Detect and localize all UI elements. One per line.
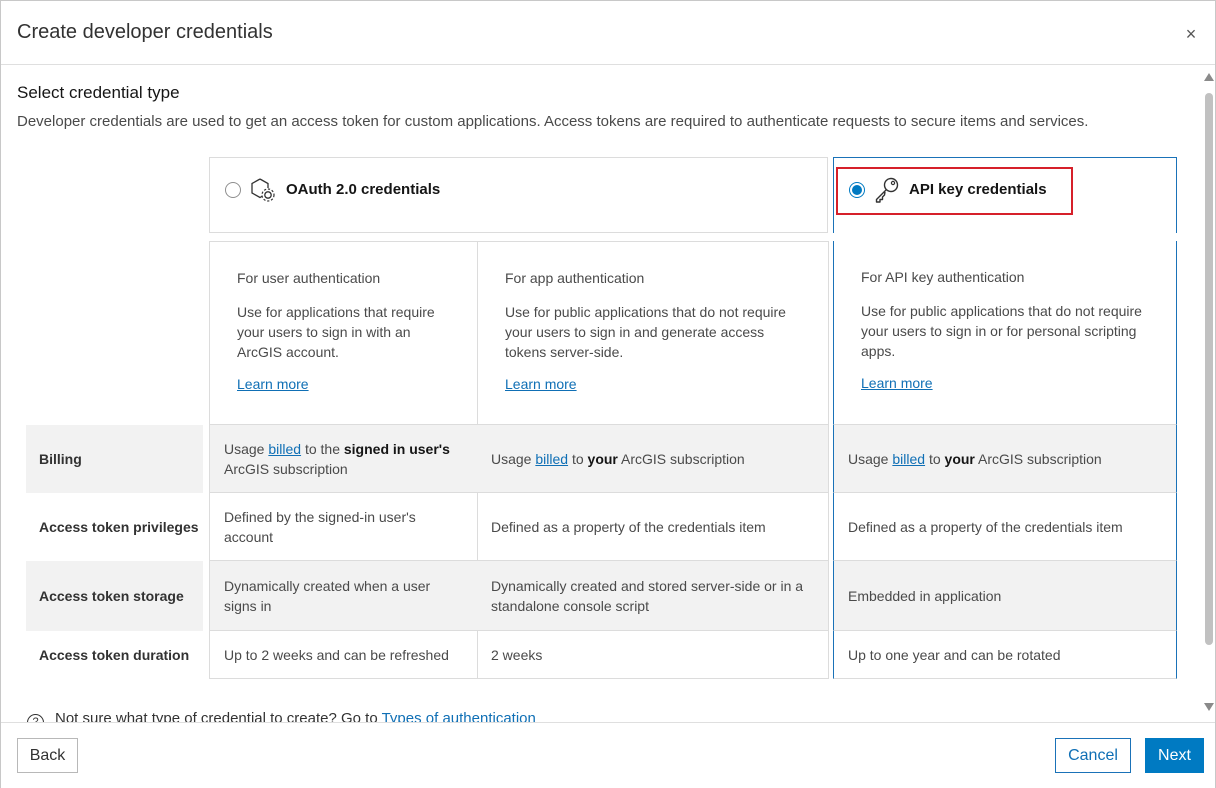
description-body: Use for public applications that do not … <box>861 303 1142 359</box>
create-credentials-dialog: Create developer credentials × Select cr… <box>0 0 1216 788</box>
back-button[interactable]: Back <box>17 738 78 773</box>
dialog-title: Create developer credentials <box>17 21 273 43</box>
cell-text: ArcGIS subscription <box>224 460 348 477</box>
storage-cell-api-key: Embedded in application <box>833 561 1177 631</box>
description-body: Use for applications that require your u… <box>237 304 435 360</box>
section-title: Select credential type <box>17 83 180 102</box>
privileges-cell-oauth-user: Defined by the signed-in user's account <box>209 493 478 561</box>
billing-cell-oauth-app: Usage billed to your ArcGIS subscription <box>477 425 829 493</box>
description-subtitle: For user authentication <box>237 270 381 286</box>
row-label-billing: Billing <box>26 425 203 493</box>
description-subtitle: For API key authentication <box>861 269 1025 285</box>
close-icon[interactable]: × <box>1179 23 1203 47</box>
help-text: Not sure what type of credential to crea… <box>55 710 382 722</box>
cell-text: Usage <box>224 440 269 457</box>
cell-bold-text: your <box>944 450 975 467</box>
cancel-button[interactable]: Cancel <box>1055 738 1131 773</box>
option-oauth[interactable]: OAuth 2.0 credentials <box>209 157 828 233</box>
cell-bold-text: your <box>587 450 618 467</box>
billed-link[interactable]: billed <box>535 451 568 467</box>
scroll-down-arrow-icon[interactable] <box>1204 703 1214 711</box>
billed-link[interactable]: billed <box>268 441 301 457</box>
oauth-user-description: For user authentication Use for applicat… <box>209 241 478 425</box>
cell-text: Usage <box>491 450 536 467</box>
scroll-up-arrow-icon[interactable] <box>1204 73 1214 81</box>
cell-text: ArcGIS subscription <box>974 450 1102 467</box>
cell-text: to the <box>301 440 344 457</box>
oauth-app-description: For app authentication Use for public ap… <box>477 241 829 425</box>
learn-more-link[interactable]: Learn more <box>505 376 577 392</box>
cell-text: ArcGIS subscription <box>617 450 745 467</box>
description-subtitle: For app authentication <box>505 270 645 286</box>
row-label-storage: Access token storage <box>26 561 203 631</box>
learn-more-link[interactable]: Learn more <box>861 375 933 391</box>
api-key-description: For API key authentication Use for publi… <box>833 241 1177 425</box>
learn-more-link[interactable]: Learn more <box>237 376 309 392</box>
oauth-radio[interactable] <box>225 182 241 198</box>
privileges-cell-oauth-app: Defined as a property of the credentials… <box>477 493 829 561</box>
billing-cell-oauth-user: Usage billed to the signed in user's Arc… <box>209 425 478 493</box>
dialog-header: Create developer credentials × <box>1 1 1215 65</box>
billed-link[interactable]: billed <box>892 451 925 467</box>
storage-cell-oauth-user: Dynamically created when a user signs in <box>209 561 478 631</box>
cell-text: Usage <box>848 450 893 467</box>
next-button[interactable]: Next <box>1145 738 1204 773</box>
description-body: Use for public applications that do not … <box>505 304 786 360</box>
cell-bold-text: signed in user's <box>343 440 450 457</box>
question-circle-icon: ? <box>27 714 44 722</box>
dialog-content[interactable]: Select credential type Developer credent… <box>1 66 1201 722</box>
types-of-authentication-link[interactable]: Types of authentication <box>382 710 536 722</box>
scrollbar[interactable] <box>1202 71 1216 719</box>
scroll-thumb[interactable] <box>1205 93 1213 645</box>
cell-text: to <box>568 450 588 467</box>
storage-cell-oauth-app: Dynamically created and stored server-si… <box>477 561 829 631</box>
section-description: Developer credentials are used to get an… <box>17 113 1089 130</box>
oauth-label: OAuth 2.0 credentials <box>286 181 441 198</box>
cell-text: to <box>925 450 945 467</box>
duration-cell-api-key: Up to one year and can be rotated <box>833 631 1177 679</box>
row-label-duration: Access token duration <box>39 647 190 663</box>
dialog-footer: Back Cancel Next <box>1 722 1215 788</box>
duration-cell-oauth-app: 2 weeks <box>477 631 829 679</box>
help-row: ? Not sure what type of credential to cre… <box>27 710 536 722</box>
billing-cell-api-key: Usage billed to your ArcGIS subscription <box>833 425 1177 493</box>
row-label-privileges: Access token privileges <box>39 519 199 535</box>
duration-cell-oauth-user: Up to 2 weeks and can be refreshed <box>209 631 478 679</box>
selection-highlight <box>836 167 1073 215</box>
gear-hexagon-icon <box>251 178 275 202</box>
privileges-cell-api-key: Defined as a property of the credentials… <box>833 493 1177 561</box>
